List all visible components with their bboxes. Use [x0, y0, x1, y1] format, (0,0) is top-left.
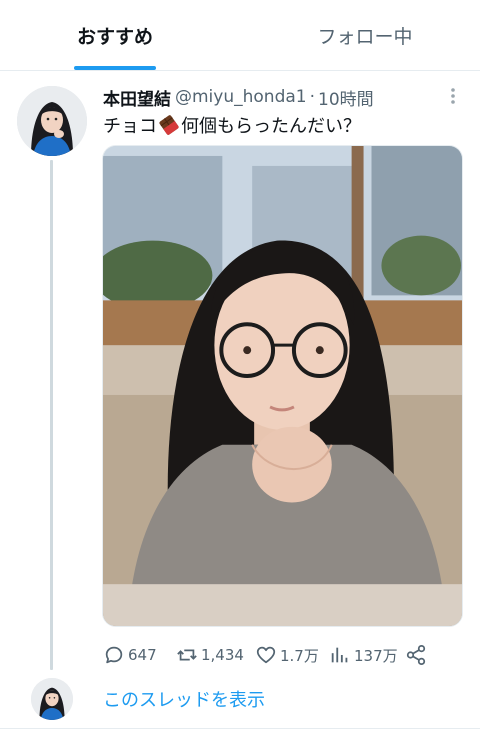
retweet-icon [177, 649, 197, 661]
reply-count: 647 [128, 646, 157, 664]
more-vertical-icon[interactable] [446, 86, 460, 106]
photo-image [103, 146, 462, 626]
retweet-count: 1,434 [201, 646, 244, 664]
display-name[interactable]: 本田望結 [103, 85, 171, 110]
tweet-text: チョコ 何個もらったんだい？ [103, 112, 361, 138]
tab-following[interactable]: フォロー中 [250, 0, 480, 71]
tab-recommended-label: おすすめ [76, 26, 153, 48]
like-button[interactable]: 1.7万 [255, 642, 319, 668]
avatar-image [17, 86, 87, 156]
tweet-photo[interactable] [102, 145, 463, 627]
reply-icon [105, 646, 123, 664]
tweet-divider [0, 728, 480, 729]
share-icon [406, 644, 426, 666]
like-count: 1.7万 [280, 646, 319, 665]
tab-following-label: フォロー中 [317, 26, 413, 48]
tweet-text-part1: チョコ [103, 116, 157, 137]
header-separator: · [309, 87, 315, 107]
user-handle[interactable]: @miyu_honda1 [175, 87, 307, 107]
reply-button[interactable]: 647 [103, 642, 157, 668]
thread-connector-line [50, 160, 53, 670]
share-button[interactable] [405, 642, 430, 668]
tweet-actions: 647 1,434 1.7万 137万 [103, 642, 463, 668]
thread-avatar[interactable] [31, 678, 73, 720]
tweet-timestamp[interactable]: 10時間 [318, 85, 374, 110]
tweet-text-part2: 何個もらったんだい？ [181, 116, 361, 137]
chocolate-bar-emoji-icon [159, 115, 179, 135]
active-tab-indicator [74, 66, 156, 70]
views-count: 137万 [354, 646, 398, 665]
thread-avatar-image [31, 678, 73, 720]
retweet-button[interactable]: 1,434 [176, 642, 244, 668]
show-thread-link[interactable]: このスレッドを表示 [103, 686, 265, 712]
timeline-tabs: おすすめ フォロー中 [0, 0, 480, 71]
avatar[interactable] [17, 86, 87, 156]
views-button[interactable]: 137万 [329, 642, 398, 668]
views-chart-icon [331, 647, 348, 663]
heart-icon [256, 646, 276, 664]
tweet-header: 本田望結 @miyu_honda1 · 10時間 [103, 84, 374, 110]
tab-recommended[interactable]: おすすめ [0, 0, 230, 71]
